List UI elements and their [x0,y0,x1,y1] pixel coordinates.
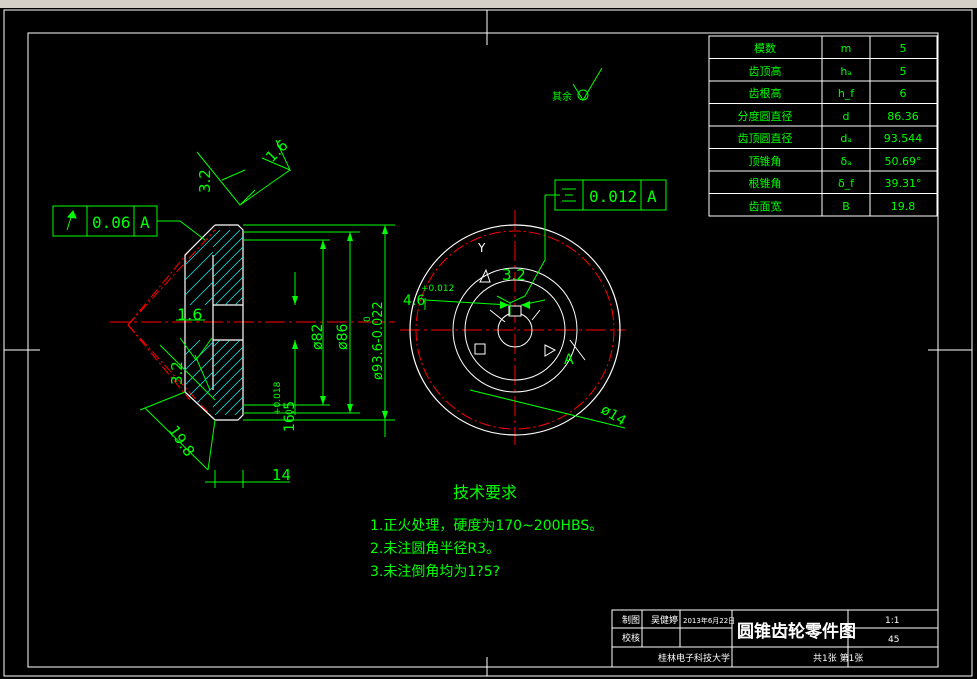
dim-key-tol: +0.012 [421,284,454,294]
dim-bore-tol: +0.018 [273,381,283,415]
dim-bore: 16.5 [282,401,298,432]
param-name-1: 齿顶高 [749,64,782,78]
param-symbol-6: δ_f [838,177,855,190]
dim-d82: ø82 [310,324,326,350]
param-symbol-3: d [843,110,850,123]
param-symbol-7: B [842,200,850,213]
runout-arrow-icon [66,210,77,231]
param-symbol-5: δₐ [840,155,851,168]
param-value-1: 5 [900,65,907,78]
front-view-dims [424,194,626,429]
param-name-4: 齿顶圆直径 [738,131,793,145]
param-value-7: 19.8 [891,200,916,213]
view-markers [474,268,586,361]
param-value-2: 6 [900,87,907,100]
cone-hatching [185,230,213,415]
tb-sheets: 共1张 第1张 [813,652,863,664]
dim-bore-tol2: 0 [285,409,295,415]
tb-drawn-label: 制图 [622,614,640,626]
tech-req-item-1: 1.正火处理，硬度为170~200HBS。 [370,518,603,534]
dim-d93-sup: 0 [363,316,373,322]
front-view [400,210,625,445]
symmetry-value: 0.012 [589,187,637,206]
runout-datum: A [140,213,150,232]
tb-title: 圆锥齿轮零件图 [737,621,856,642]
roughness-label-3: 1.6 [177,305,202,324]
front-datum-a: A [564,352,574,368]
param-value-6: 39.31° [885,177,922,190]
param-symbol-2: h_f [838,87,855,100]
roughness-label-2: 1.6 [262,136,292,166]
drawing-canvas[interactable]: 模数 m 5 齿顶高 hₐ 5 齿根高 h_f 6 分度圆直径 d 86.36 … [0,0,977,679]
tb-check-label: 校核 [622,632,640,644]
roughness-label-1: 3.2 [196,169,214,193]
param-name-2: 齿根高 [749,86,782,100]
surface-roughness-icon [572,67,603,101]
param-value-5: 50.69° [885,155,922,168]
param-value-3: 86.36 [887,110,919,123]
param-name-0: 模数 [754,42,776,55]
param-name-3: 分度圆直径 [738,109,793,123]
param-name-6: 根锥角 [749,176,782,190]
param-name-5: 顶锥角 [749,155,782,168]
tb-drawn-name: 吴健婷 [651,614,678,626]
tech-req-title: 技术要求 [453,483,517,502]
tb-code: 45 [888,635,899,645]
dim-width: 19.8 [165,422,199,460]
roughness-marks [159,139,292,401]
param-symbol-1: hₐ [840,65,851,78]
tech-req-item-3: 3.未注倒角均为1?5? [370,564,500,580]
dim-d86: ø86 [335,324,351,350]
front-roughness-label: 3.2 [502,266,526,284]
dim-d93: ø93.6-0.022 [371,301,386,380]
param-symbol-4: dₐ [840,132,851,145]
tb-date: 2013年6月22日 [683,616,735,625]
param-value-0: 5 [900,42,907,55]
dim-hub: 14 [272,466,291,484]
cone-lines [127,229,216,421]
tb-scale: 1:1 [885,616,899,626]
param-value-4: 93.544 [884,132,923,145]
surface-note: 其余 [552,90,572,103]
runout-value: 0.06 [92,213,131,232]
dim-key: 4.6 [403,293,425,309]
symmetry-datum: A [647,187,657,206]
y-label: Y [477,241,486,255]
param-name-7: 齿面宽 [749,199,782,213]
tech-req-item-2: 2.未注圆角半径R3。 [370,541,500,557]
roughness-label-4: 3.2 [168,361,186,385]
param-symbol-0: m [841,42,852,55]
tb-school: 桂林电子科技大学 [658,652,730,664]
